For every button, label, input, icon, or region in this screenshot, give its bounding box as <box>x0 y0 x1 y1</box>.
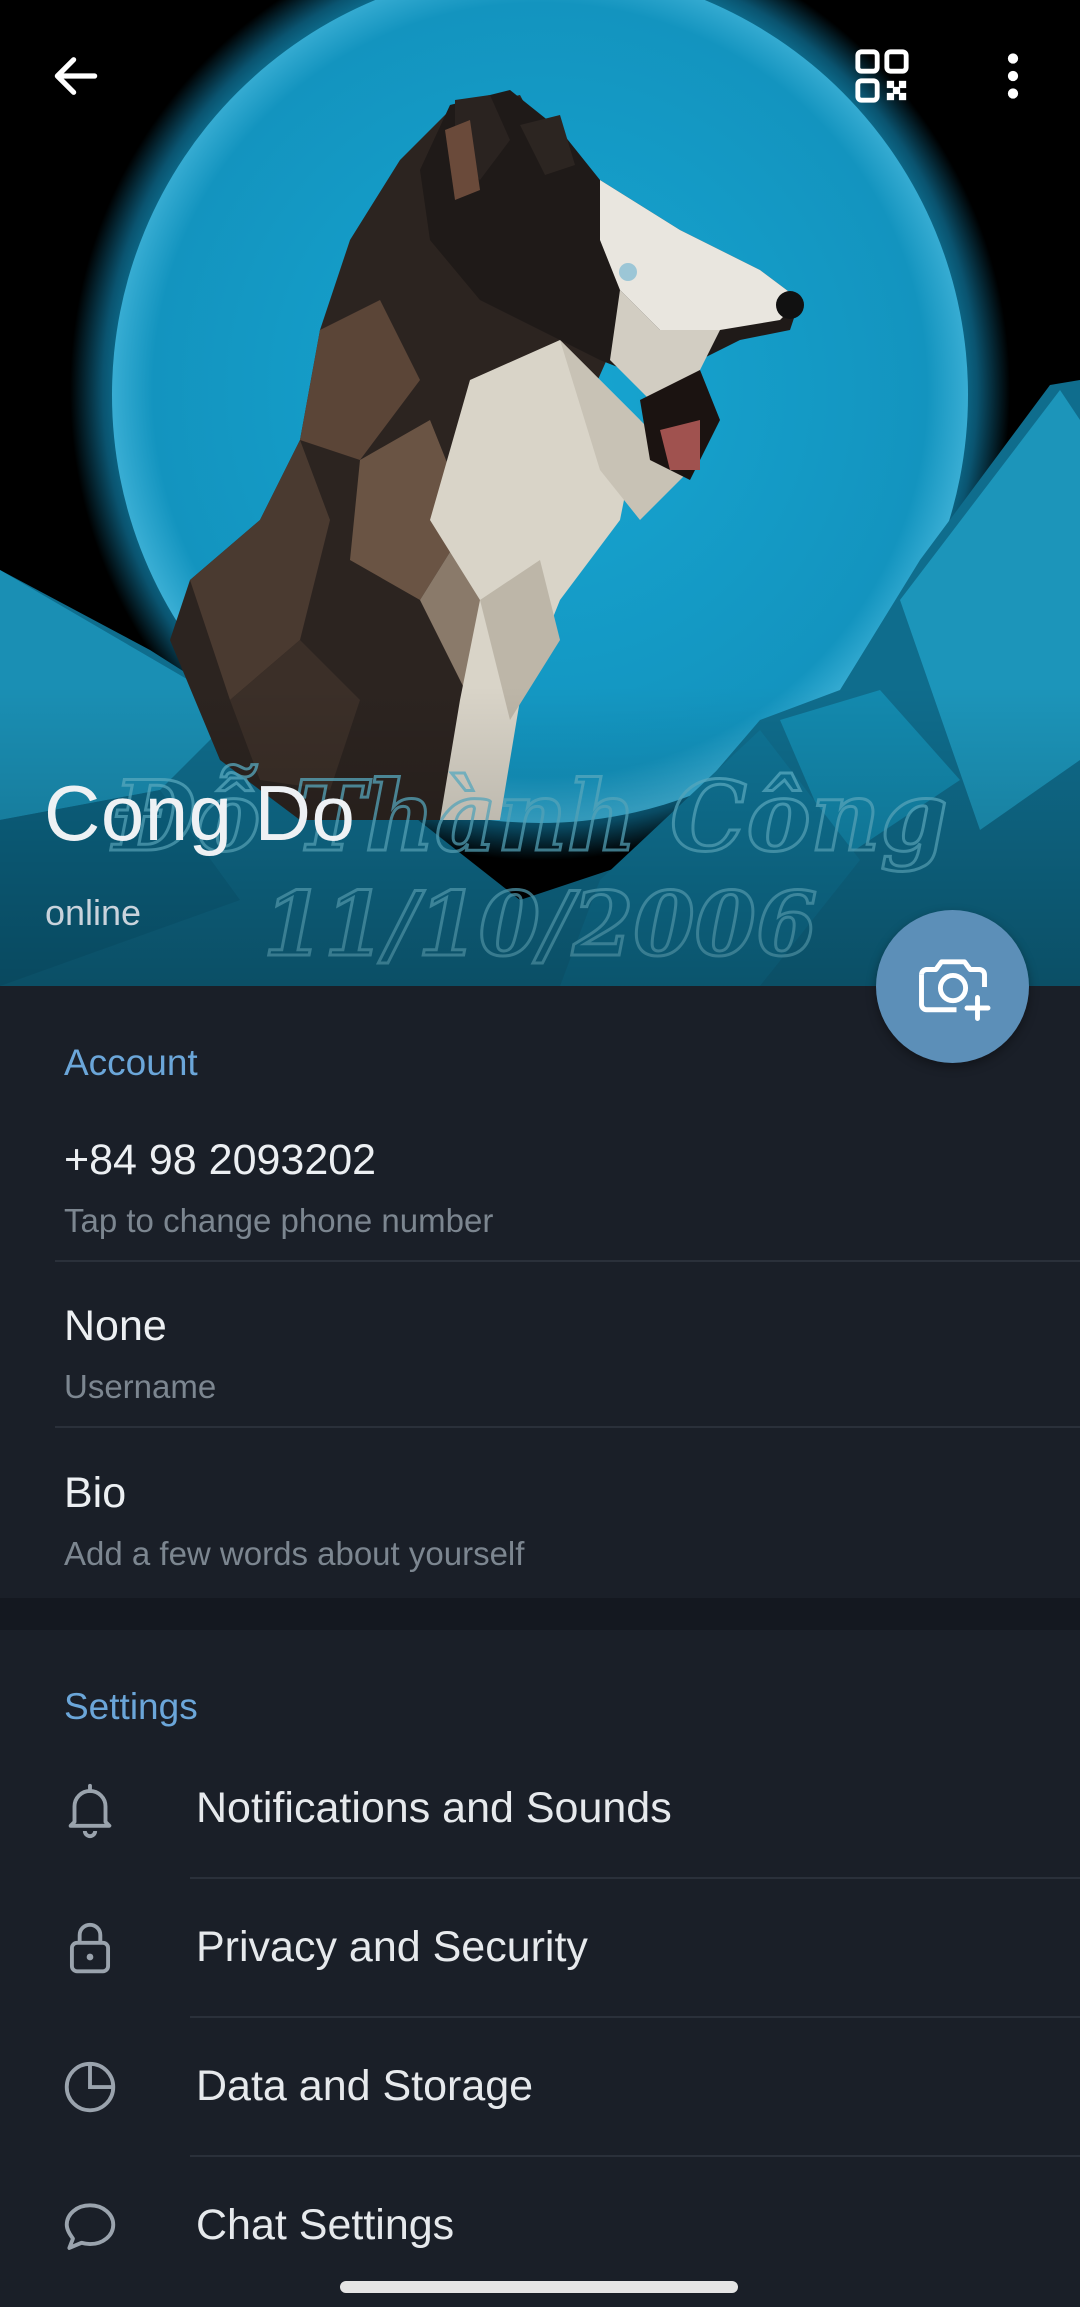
data-storage-label: Data and Storage <box>196 2062 534 2110</box>
notifications-label: Notifications and Sounds <box>196 1784 672 1832</box>
phone-number-row[interactable]: +84 98 2093202 Tap to change phone numbe… <box>0 1096 1080 1262</box>
phone-number-value: +84 98 2093202 <box>64 1136 377 1184</box>
chat-bubble-icon <box>55 2191 125 2261</box>
profile-name: Cong Do <box>44 769 356 857</box>
privacy-label: Privacy and Security <box>196 1923 588 1971</box>
profile-settings-screen: Đỗ Thành Công 11/10/2006 Cong Do online <box>0 0 1080 2307</box>
account-section-title: Account <box>64 1042 198 1083</box>
camera-add-icon <box>918 958 990 1021</box>
home-indicator[interactable] <box>340 2281 738 2293</box>
settings-item-privacy[interactable]: Privacy and Security <box>0 1879 1080 2018</box>
more-vertical-icon <box>1007 53 1019 99</box>
phone-number-caption: Tap to change phone number <box>64 1202 494 1239</box>
pie-chart-icon <box>55 2052 125 2122</box>
settings-item-data-storage[interactable]: Data and Storage <box>0 2018 1080 2157</box>
profile-status: online <box>45 892 142 933</box>
username-row[interactable]: None Username <box>0 1262 1080 1428</box>
bio-value: Bio <box>64 1469 127 1517</box>
bell-icon <box>55 1774 125 1844</box>
back-button[interactable] <box>36 36 116 116</box>
username-value: None <box>64 1302 167 1350</box>
more-options-button[interactable] <box>973 36 1053 116</box>
bio-row[interactable]: Bio Add a few words about yourself <box>0 1429 1080 1595</box>
divider <box>55 1426 1080 1428</box>
qr-code-icon <box>855 49 909 103</box>
section-separator <box>0 1598 1080 1630</box>
set-photo-button[interactable] <box>876 910 1029 1063</box>
settings-section-title: Settings <box>64 1686 198 1727</box>
bio-caption: Add a few words about yourself <box>64 1535 525 1572</box>
arrow-left-icon <box>54 57 98 95</box>
settings-section: Settings Notifications and Sounds Privac… <box>0 1630 1080 2262</box>
account-section: Account +84 98 2093202 Tap to change pho… <box>0 986 1080 1598</box>
chat-settings-label: Chat Settings <box>196 2201 455 2249</box>
username-caption: Username <box>64 1368 217 1405</box>
settings-item-notifications[interactable]: Notifications and Sounds <box>0 1740 1080 1879</box>
lock-icon <box>55 1913 125 1983</box>
qr-code-button[interactable] <box>842 36 922 116</box>
